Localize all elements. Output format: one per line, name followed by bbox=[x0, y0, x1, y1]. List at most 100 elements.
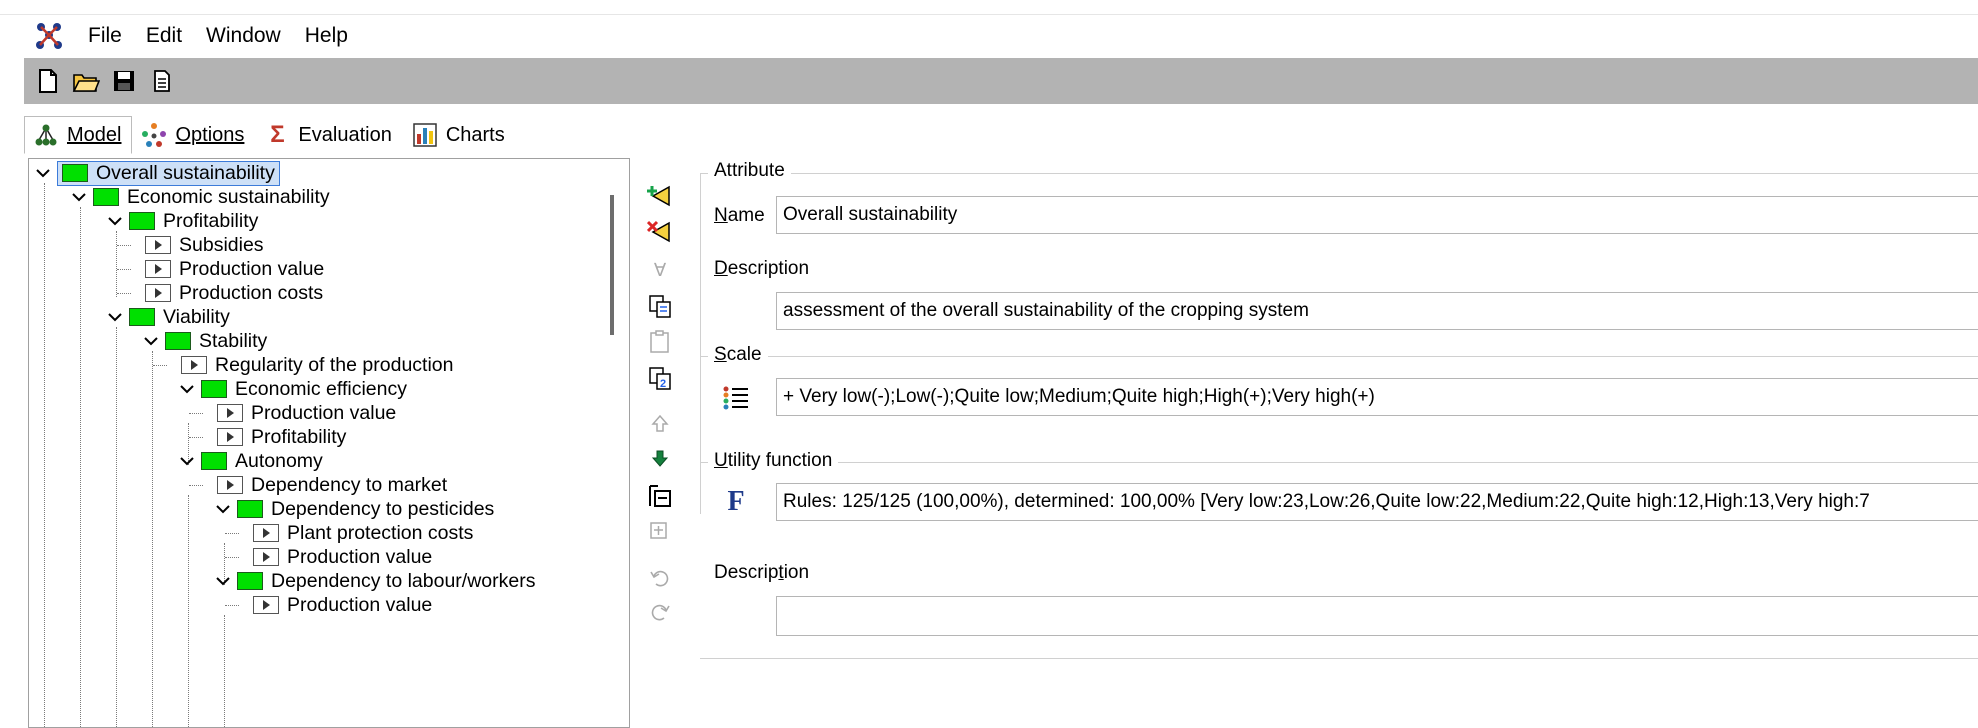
utility-legend: Utility function bbox=[708, 450, 839, 472]
save-disk-icon bbox=[114, 71, 134, 91]
aggregate-node-icon bbox=[165, 332, 191, 350]
model-tree-panel[interactable]: Overall sustainability Economic sustaina… bbox=[28, 158, 630, 728]
scale-field[interactable]: + Very low(-);Low(-);Quite low;Medium;Qu… bbox=[776, 378, 1978, 416]
tree-connector bbox=[152, 351, 153, 727]
description-label: Description bbox=[714, 258, 810, 279]
tab-model[interactable]: Model bbox=[24, 116, 133, 154]
edit-scale-button[interactable] bbox=[716, 380, 756, 416]
delete-attribute-button[interactable] bbox=[640, 214, 680, 250]
chevron-down-icon[interactable] bbox=[179, 453, 195, 469]
aggregate-node-icon bbox=[93, 188, 119, 206]
chevron-down-icon[interactable] bbox=[215, 573, 231, 589]
expand-button[interactable] bbox=[640, 514, 680, 550]
chevron-down-icon[interactable] bbox=[71, 189, 87, 205]
tree-connector bbox=[188, 495, 189, 727]
menu-file[interactable]: File bbox=[76, 24, 134, 48]
collapse-icon bbox=[649, 485, 671, 507]
chevron-down-icon[interactable] bbox=[107, 213, 123, 229]
copy-scale-button[interactable]: 2 bbox=[640, 360, 680, 396]
scale-legend: Scale bbox=[708, 344, 768, 366]
selected-node[interactable]: Overall sustainability bbox=[57, 160, 280, 186]
tree-connector bbox=[116, 231, 117, 297]
chevron-down-icon[interactable] bbox=[107, 309, 123, 325]
paste-button[interactable] bbox=[640, 324, 680, 360]
tree-node-label: Profitability bbox=[251, 425, 347, 448]
tree-connector bbox=[80, 207, 81, 727]
basic-attribute-icon bbox=[217, 476, 243, 494]
basic-attribute-icon bbox=[145, 284, 171, 302]
report-button[interactable] bbox=[148, 66, 176, 96]
chevron-down-icon[interactable] bbox=[143, 333, 159, 349]
basic-attribute-icon bbox=[253, 524, 279, 542]
tree-node-label: Production costs bbox=[179, 281, 324, 304]
tree-leaf[interactable]: Production value bbox=[253, 591, 432, 619]
redo-button[interactable] bbox=[640, 594, 680, 630]
save-button[interactable] bbox=[110, 66, 138, 96]
aggregate-node-icon bbox=[129, 212, 155, 230]
tree-connector bbox=[189, 437, 203, 438]
tree-connector bbox=[117, 293, 131, 294]
window-top-strip bbox=[0, 0, 1978, 15]
merge-icon: ∀ bbox=[653, 259, 667, 280]
aggregate-node-icon bbox=[237, 500, 263, 518]
sigma-icon: Σ bbox=[270, 121, 285, 148]
tree-scrollbar[interactable] bbox=[610, 195, 614, 335]
toolbar bbox=[24, 58, 1978, 104]
tab-options[interactable]: Options bbox=[132, 116, 255, 154]
arrow-down-icon bbox=[651, 450, 669, 467]
function-description-label: Description bbox=[714, 562, 810, 583]
move-down-button[interactable] bbox=[640, 440, 680, 476]
menu-edit[interactable]: Edit bbox=[134, 24, 194, 48]
basic-attribute-icon bbox=[145, 260, 171, 278]
menu-window[interactable]: Window bbox=[194, 24, 293, 48]
copy-button[interactable] bbox=[640, 288, 680, 324]
tree-connector bbox=[189, 413, 203, 414]
basic-attribute-icon bbox=[145, 236, 171, 254]
description-value: assessment of the overall sustainability… bbox=[783, 300, 1309, 321]
undo-button[interactable] bbox=[640, 560, 680, 596]
collapse-button[interactable] bbox=[640, 478, 680, 514]
open-button[interactable] bbox=[72, 66, 100, 96]
tree-node-label: Dependency to pesticides bbox=[271, 497, 495, 520]
chevron-down-icon[interactable] bbox=[35, 165, 51, 181]
aggregate-node-icon bbox=[237, 572, 263, 590]
copy-two-icon: 2 bbox=[649, 367, 671, 390]
tree-connector bbox=[225, 533, 239, 534]
name-field[interactable]: Overall sustainability bbox=[776, 196, 1978, 234]
add-attribute-button[interactable] bbox=[640, 178, 680, 214]
paste-icon bbox=[650, 330, 669, 353]
basic-attribute-icon bbox=[253, 548, 279, 566]
menu-help[interactable]: Help bbox=[293, 24, 360, 48]
tree-connector bbox=[44, 183, 45, 727]
tree-node-label: Dependency to market bbox=[251, 473, 448, 496]
tree-connector bbox=[117, 245, 131, 246]
utility-value: Rules: 125/125 (100,00%), determined: 10… bbox=[783, 491, 1870, 512]
tab-evaluation-label: Evaluation bbox=[298, 123, 392, 146]
description-field[interactable]: assessment of the overall sustainability… bbox=[776, 292, 1978, 330]
tree-connector bbox=[116, 327, 117, 727]
scale-value: + Very low(-);Low(-);Quite low;Medium;Qu… bbox=[783, 386, 1375, 407]
tab-model-label: Model bbox=[67, 123, 122, 146]
tree-node-label: Dependency to labour/workers bbox=[271, 569, 536, 592]
tree-connector bbox=[153, 365, 167, 366]
merge-button[interactable]: ∀ bbox=[640, 252, 680, 288]
tree-connector bbox=[189, 485, 203, 486]
edit-function-button[interactable]: F bbox=[716, 484, 756, 520]
aggregate-node-icon bbox=[129, 308, 155, 326]
move-up-button[interactable] bbox=[640, 406, 680, 442]
function-description-field[interactable] bbox=[776, 596, 1978, 636]
chevron-down-icon[interactable] bbox=[179, 381, 195, 397]
new-document-button[interactable] bbox=[34, 66, 62, 96]
aggregate-node-icon bbox=[201, 380, 227, 398]
tree-node-label: Subsidies bbox=[179, 233, 264, 256]
open-folder-icon bbox=[72, 74, 100, 92]
utility-field[interactable]: Rules: 125/125 (100,00%), determined: 10… bbox=[776, 483, 1978, 521]
function-f-icon: F bbox=[727, 486, 745, 517]
tab-charts[interactable]: Charts bbox=[403, 116, 516, 154]
tab-options-label: Options bbox=[175, 123, 245, 146]
tab-evaluation[interactable]: Σ Evaluation bbox=[255, 116, 402, 154]
tree-node-label: Plant protection costs bbox=[287, 521, 474, 544]
basic-attribute-icon bbox=[253, 596, 279, 614]
tree-node-label: Production value bbox=[287, 545, 433, 568]
chevron-down-icon[interactable] bbox=[215, 501, 231, 517]
